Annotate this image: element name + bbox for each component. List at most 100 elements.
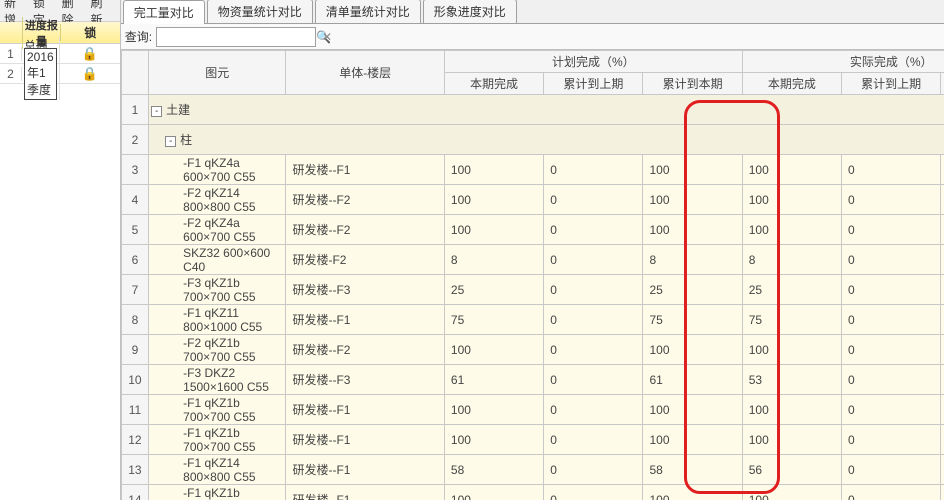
cell-actual-prev: 0	[842, 485, 941, 500]
cell-plan-current: 58	[444, 455, 543, 485]
col-plan-total[interactable]: 累计到本期	[643, 73, 742, 95]
cell-actual-current: 100	[742, 215, 841, 245]
table-row[interactable]: 10-F3 DKZ21500×1600 C55研发楼--F36106153053	[121, 365, 944, 395]
col-plan-current[interactable]: 本期完成	[444, 73, 543, 95]
cell-tree: -F1 qKZ4a600×700 C55	[149, 155, 286, 185]
cell-tree: -F1 qKZ11800×1000 C55	[149, 305, 286, 335]
cell-plan-current: 61	[444, 365, 543, 395]
cell-actual-prev: 0	[842, 425, 941, 455]
cell-unit: 研发楼--F1	[286, 485, 444, 500]
table-row[interactable]: 9-F2 qKZ1b700×700 C55研发楼--F2100010010001…	[121, 335, 944, 365]
table-row[interactable]: 14-F1 qKZ1b700×700 C55研发楼--F110001001000…	[121, 485, 944, 500]
cell-unit: 研发楼--F2	[286, 185, 444, 215]
group-label: 土建	[166, 103, 190, 117]
search-input[interactable]	[159, 30, 314, 44]
cell-actual-prev: 0	[842, 275, 941, 305]
col-plan-prev[interactable]: 累计到上期	[544, 73, 643, 95]
cell-unit: 研发楼--F1	[286, 455, 444, 485]
tab[interactable]: 形象进度对比	[423, 0, 517, 23]
cell-unit: 研发楼--F3	[286, 365, 444, 395]
grid-rownum: 4	[121, 185, 148, 215]
collapse-icon[interactable]: -	[151, 106, 162, 117]
col-actual-prev[interactable]: 累计到上期	[842, 73, 941, 95]
cell-plan-total: 61	[643, 365, 742, 395]
left-toolbar: 新增 锁定 删除 刷新…	[0, 0, 120, 22]
col-tree[interactable]: 图元	[149, 51, 286, 95]
cell-tree: -F3 DKZ21500×1600 C55	[149, 365, 286, 395]
collapse-icon[interactable]: -	[165, 136, 176, 147]
group-row[interactable]: -柱	[149, 125, 944, 155]
cell-plan-total: 100	[643, 485, 742, 500]
cell-plan-prev: 0	[544, 425, 643, 455]
grid-wrap[interactable]: 图元 单体-楼层 计划完成（%） 实际完成（%） 本期完成 累计到上期 累计到本…	[121, 50, 944, 500]
tab[interactable]: 完工量对比	[123, 0, 205, 24]
cell-plan-prev: 0	[544, 245, 643, 275]
cell-plan-total: 25	[643, 275, 742, 305]
left-col-lock: 锁	[60, 24, 120, 41]
cell-actual-current: 75	[742, 305, 841, 335]
cell-tree: -F3 qKZ1b700×700 C55	[149, 275, 286, 305]
cell-plan-total: 100	[643, 335, 742, 365]
table-row[interactable]: 5-F2 qKZ4a600×700 C55研发楼--F2100010010001…	[121, 215, 944, 245]
col-actual-current[interactable]: 本期完成	[742, 73, 841, 95]
left-grid-header: 进度报量 锁	[0, 22, 120, 44]
clear-search-icon[interactable]: ✕	[320, 30, 334, 44]
cell-actual-current: 100	[742, 485, 841, 500]
period-row[interactable]: 22016年1季度🔒	[0, 64, 120, 84]
cell-plan-prev: 0	[544, 275, 643, 305]
cell-unit: 研发楼--F2	[286, 335, 444, 365]
table-row[interactable]: 4-F2 qKZ14800×800 C55研发楼--F2100010010001…	[121, 185, 944, 215]
cell-actual-current: 100	[742, 155, 841, 185]
col-group-actual[interactable]: 实际完成（%）	[742, 51, 944, 73]
cell-plan-current: 8	[444, 245, 543, 275]
group-row[interactable]: -土建	[149, 95, 944, 125]
cell-tree: -F1 qKZ1b700×700 C55	[149, 485, 286, 500]
period-row-name: 2016年1季度	[22, 48, 60, 100]
col-unit[interactable]: 单体-楼层	[286, 51, 444, 95]
cell-actual-current: 100	[742, 185, 841, 215]
table-row[interactable]: 13-F1 qKZ14800×800 C55研发楼--F15805856056	[121, 455, 944, 485]
table-row[interactable]: 12-F1 qKZ1b700×700 C55研发楼--F110001001000…	[121, 425, 944, 455]
grid-rownum: 2	[121, 125, 148, 155]
table-row[interactable]: 6SKZ32 600×600C40研发楼-F2808808	[121, 245, 944, 275]
period-row[interactable]: 1总周期🔒	[0, 44, 120, 64]
cell-plan-prev: 0	[544, 395, 643, 425]
col-group-plan[interactable]: 计划完成（%）	[444, 51, 742, 73]
cell-actual-current: 8	[742, 245, 841, 275]
tab[interactable]: 清单量统计对比	[315, 0, 421, 23]
table-row[interactable]: 7-F3 qKZ1b700×700 C55研发楼--F32502525025	[121, 275, 944, 305]
data-grid: 图元 单体-楼层 计划完成（%） 实际完成（%） 本期完成 累计到上期 累计到本…	[121, 50, 944, 500]
cell-tree: -F1 qKZ1b700×700 C55	[149, 425, 286, 455]
cell-plan-total: 75	[643, 305, 742, 335]
cell-unit: 研发楼--F1	[286, 155, 444, 185]
tab[interactable]: 物资量统计对比	[207, 0, 313, 23]
cell-plan-prev: 0	[544, 455, 643, 485]
grid-rownum: 13	[121, 455, 148, 485]
search-label: 查询:	[125, 28, 152, 45]
cell-plan-total: 58	[643, 455, 742, 485]
grid-rownum: 5	[121, 215, 148, 245]
tabs-row: 完工量对比物资量统计对比清单量统计对比形象进度对比	[121, 0, 944, 24]
cell-unit: 研发楼--F2	[286, 215, 444, 245]
cell-actual-prev: 0	[842, 335, 941, 365]
cell-actual-prev: 0	[842, 395, 941, 425]
cell-actual-prev: 0	[842, 185, 941, 215]
cell-actual-current: 100	[742, 335, 841, 365]
col-rownum[interactable]	[121, 51, 148, 95]
search-box[interactable]: 🔍	[156, 27, 316, 47]
cell-plan-total: 100	[643, 185, 742, 215]
table-row[interactable]: 8-F1 qKZ11800×1000 C55研发楼--F17507575075	[121, 305, 944, 335]
cell-plan-current: 100	[444, 185, 543, 215]
cell-plan-current: 100	[444, 425, 543, 455]
cell-actual-prev: 0	[842, 455, 941, 485]
cell-tree: -F2 qKZ14800×800 C55	[149, 185, 286, 215]
table-row[interactable]: 3-F1 qKZ4a600×700 C55研发楼--F1100010010001…	[121, 155, 944, 185]
cell-plan-prev: 0	[544, 305, 643, 335]
cell-plan-current: 75	[444, 305, 543, 335]
cell-plan-total: 100	[643, 425, 742, 455]
cell-unit: 研发楼--F1	[286, 425, 444, 455]
cell-actual-prev: 0	[842, 365, 941, 395]
cell-plan-current: 100	[444, 395, 543, 425]
table-row[interactable]: 11-F1 qKZ1b700×700 C55研发楼--F110001001000…	[121, 395, 944, 425]
cell-tree: SKZ32 600×600C40	[149, 245, 286, 275]
